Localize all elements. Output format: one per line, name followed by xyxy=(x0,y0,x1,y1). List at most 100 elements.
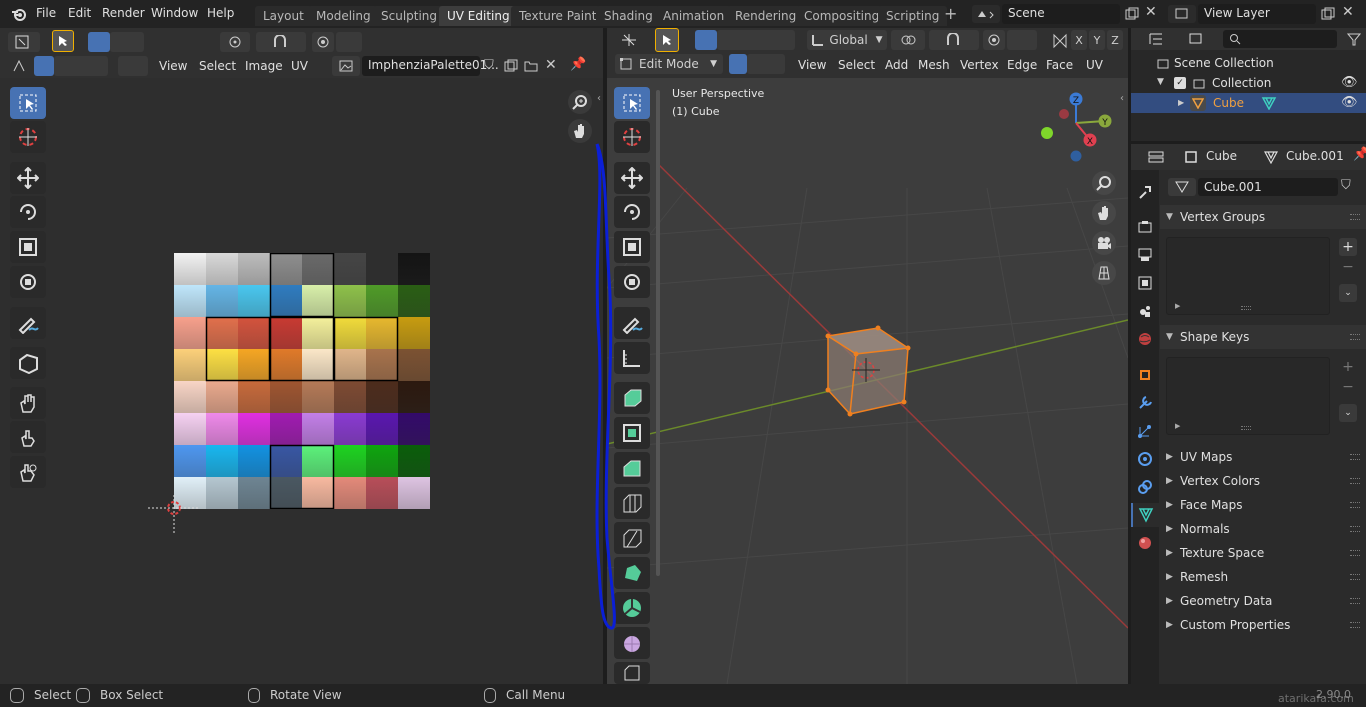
tab-texture-paint[interactable]: Texture Paint xyxy=(511,6,605,26)
tab-layout[interactable]: Layout xyxy=(255,6,312,26)
camera-view-icon[interactable] xyxy=(1092,231,1116,255)
close-scene-icon[interactable]: ✕ xyxy=(1145,4,1157,20)
uv-tool-move[interactable] xyxy=(10,162,46,194)
collection-visibility-eye-icon[interactable]: 👁 xyxy=(1341,75,1358,90)
output-tab-icon[interactable] xyxy=(1135,245,1155,265)
shape-key-specials-button[interactable]: ⌄ xyxy=(1339,404,1357,422)
snap-icon[interactable] xyxy=(256,32,306,52)
fake-user-shield-icon[interactable]: ⛉ xyxy=(1341,178,1351,193)
drag-handle-icon[interactable] xyxy=(1350,334,1360,340)
mesh-data-icon[interactable] xyxy=(1260,95,1278,111)
edge-face-select-mode-buttons[interactable] xyxy=(747,54,785,74)
mirror-z-toggle[interactable]: Z xyxy=(1107,30,1123,50)
vertex-group-specials-button[interactable]: ⌄ xyxy=(1339,284,1357,302)
uv-tool-pinch[interactable] xyxy=(10,421,46,453)
panel-custom-properties[interactable]: ▶ Custom Properties xyxy=(1160,613,1366,637)
drag-handle-icon[interactable] xyxy=(1350,502,1360,508)
particles-tab-icon[interactable] xyxy=(1135,421,1155,441)
pin-icon[interactable]: 📌 xyxy=(570,57,586,72)
uv-tool-rip[interactable] xyxy=(10,347,46,379)
uv-menu-select[interactable]: Select xyxy=(199,59,236,73)
close-view-layer-icon[interactable]: ✕ xyxy=(1342,4,1354,20)
vp-tool-shrink[interactable] xyxy=(614,662,650,684)
scene-tab-icon[interactable] xyxy=(1135,301,1155,321)
blender-logo-icon[interactable] xyxy=(10,5,28,23)
drag-handle-icon[interactable] xyxy=(1350,526,1360,532)
drag-handle-icon[interactable] xyxy=(1350,214,1360,220)
editor-type-3d-icon[interactable] xyxy=(613,30,645,50)
tab-uv-editing[interactable]: UV Editing xyxy=(439,6,518,26)
list-resize-handle[interactable] xyxy=(1241,306,1251,310)
menu-window[interactable]: Window xyxy=(151,6,198,20)
perspective-grid-icon[interactable] xyxy=(1092,261,1116,285)
drag-handle-icon[interactable] xyxy=(1350,550,1360,556)
scene-name-field[interactable]: Scene xyxy=(1002,4,1120,24)
uv-sticky-mode-icon[interactable] xyxy=(118,56,148,76)
vp-select-new-button[interactable] xyxy=(695,30,717,50)
properties-mesh-name[interactable]: Cube.001 xyxy=(1286,149,1344,163)
list-expand-icon[interactable]: ▶ xyxy=(1175,422,1180,430)
menu-edit[interactable]: Edit xyxy=(68,6,91,20)
mirror-x-toggle[interactable]: X xyxy=(1071,30,1087,50)
render-tab-icon[interactable] xyxy=(1135,217,1155,237)
panel-texture-space[interactable]: ▶ Texture Space xyxy=(1160,541,1366,565)
scene-selector-icon[interactable] xyxy=(972,5,1000,23)
proportional-edit-icon[interactable] xyxy=(312,32,334,52)
panel-normals[interactable]: ▶ Normals xyxy=(1160,517,1366,541)
properties-object-name[interactable]: Cube xyxy=(1206,149,1237,163)
shape-keys-list[interactable]: ▶ xyxy=(1166,357,1330,435)
world-tab-icon[interactable] xyxy=(1135,329,1155,349)
panel-vertex-groups[interactable]: ▼ Vertex Groups xyxy=(1160,205,1366,229)
image-browse-icon[interactable] xyxy=(332,56,360,76)
proportional-falloff-icon[interactable] xyxy=(336,32,362,52)
vertex-select-mode-button[interactable] xyxy=(729,54,747,74)
collection-expand-icon[interactable]: ▼ xyxy=(1157,77,1164,87)
add-vertex-group-button[interactable]: + xyxy=(1339,238,1357,256)
tab-shading[interactable]: Shading xyxy=(596,6,661,26)
object-tab-icon[interactable] xyxy=(1135,365,1155,385)
vp-menu-vertex[interactable]: Vertex xyxy=(960,58,999,72)
vp-select-modes[interactable] xyxy=(717,30,795,50)
tab-rendering[interactable]: Rendering xyxy=(727,6,805,26)
vp-zoom-icon[interactable] xyxy=(1092,171,1116,195)
uv-select-mode-buttons[interactable] xyxy=(54,56,108,76)
tab-modeling[interactable]: Modeling xyxy=(308,6,379,26)
list-resize-handle[interactable] xyxy=(1241,426,1251,430)
outliner-editor-type-icon[interactable] xyxy=(1139,29,1173,49)
uv-select-vertex-button[interactable] xyxy=(34,56,54,76)
vp-pan-hand-icon[interactable] xyxy=(1092,201,1116,225)
viewport-sidebar-toggle-icon[interactable]: ‹ xyxy=(1120,93,1124,104)
outliner-collection[interactable]: Collection xyxy=(1212,76,1271,90)
select-mode-icon[interactable] xyxy=(110,32,144,52)
panel-face-maps[interactable]: ▶ Face Maps xyxy=(1160,493,1366,517)
menu-render[interactable]: Render xyxy=(102,6,145,20)
outliner-object-cube[interactable]: Cube xyxy=(1213,96,1244,110)
vp-menu-mesh[interactable]: Mesh xyxy=(918,58,950,72)
vp-menu-uv[interactable]: UV xyxy=(1086,58,1103,72)
collection-checkbox[interactable]: ✓ xyxy=(1174,77,1186,89)
panel-remesh[interactable]: ▶ Remesh xyxy=(1160,565,1366,589)
vp-menu-select[interactable]: Select xyxy=(838,58,875,72)
display-mode-icon[interactable] xyxy=(1179,29,1213,49)
outliner-row-cube[interactable] xyxy=(1131,93,1366,113)
uv-sticky-icon[interactable] xyxy=(8,56,30,76)
unlink-image-icon[interactable]: ✕ xyxy=(545,57,557,73)
material-tab-icon[interactable] xyxy=(1135,533,1155,553)
physics-tab-icon[interactable] xyxy=(1135,449,1155,469)
panel-vertex-colors[interactable]: ▶ Vertex Colors xyxy=(1160,469,1366,493)
drag-handle-icon[interactable] xyxy=(1350,454,1360,460)
uv-tool-select-box[interactable] xyxy=(10,87,46,119)
uv-zoom-icon[interactable] xyxy=(568,90,592,114)
view-layer-selector-icon[interactable] xyxy=(1168,5,1196,23)
sync-select-vertex-icon[interactable] xyxy=(88,32,110,52)
vertex-groups-list[interactable]: ▶ xyxy=(1166,237,1330,315)
cube-visibility-eye-icon[interactable]: 👁 xyxy=(1341,95,1358,110)
vp-menu-edge[interactable]: Edge xyxy=(1007,58,1037,72)
uv-sidebar-toggle-icon[interactable]: ‹ xyxy=(597,93,601,104)
uv-menu-image[interactable]: Image xyxy=(245,59,283,73)
outliner-search-input[interactable] xyxy=(1223,30,1337,48)
filter-icon[interactable] xyxy=(1345,30,1363,48)
mirror-butterfly-icon[interactable] xyxy=(1051,32,1069,50)
vp-tool-select-box[interactable] xyxy=(614,87,650,119)
vp-menu-face[interactable]: Face xyxy=(1046,58,1073,72)
